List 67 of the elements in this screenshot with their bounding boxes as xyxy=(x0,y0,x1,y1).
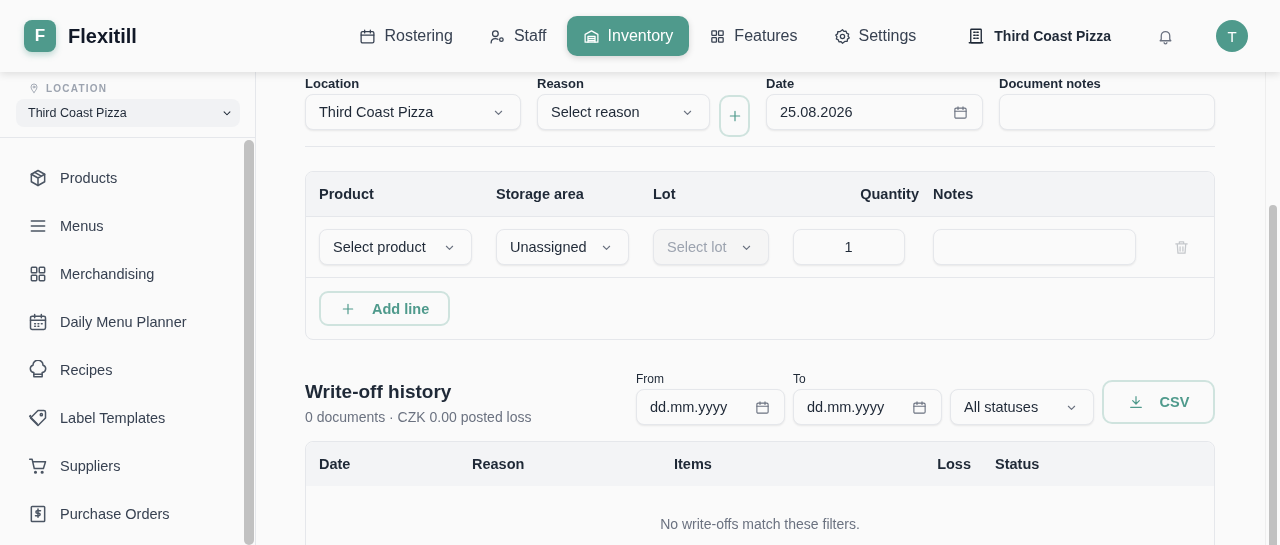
download-icon xyxy=(1127,394,1144,410)
column-header: Date xyxy=(319,456,352,472)
location-dropdown[interactable]: Third Coast Pizza xyxy=(16,99,240,127)
column-header: Items xyxy=(674,456,713,472)
user-gear-icon xyxy=(488,27,506,45)
calendar-icon xyxy=(28,312,48,332)
grid-icon xyxy=(709,27,727,45)
settings-icon xyxy=(833,27,851,45)
to-date-field[interactable]: dd.mm.yyyy xyxy=(793,389,942,425)
field-label: Date xyxy=(766,76,796,91)
location-dropdown[interactable]: Third Coast Pizza xyxy=(305,94,521,130)
sidebar-item[interactable]: Menus xyxy=(0,202,244,250)
calendar-icon xyxy=(755,399,770,415)
quantity-field[interactable]: 1 xyxy=(793,229,905,265)
column-header: Product xyxy=(319,186,375,202)
building-icon xyxy=(967,27,986,45)
cart-icon xyxy=(28,456,48,476)
sidebar-item[interactable]: Label Templates xyxy=(0,394,244,442)
sidebar-item[interactable]: Recipes xyxy=(0,346,244,394)
field-label: To xyxy=(793,372,807,386)
column-header: Storage area xyxy=(496,186,585,202)
section-title: Write-off history xyxy=(305,381,453,403)
scrollbar-thumb[interactable] xyxy=(1269,205,1277,545)
sidebar-item[interactable]: Suppliers xyxy=(0,442,244,490)
column-header: Lot xyxy=(653,186,677,202)
empty-message: No write-offs match these filters. xyxy=(659,516,861,532)
field-label: Reason xyxy=(537,76,585,91)
field-label: From xyxy=(636,372,665,386)
chef-hat-icon xyxy=(28,360,48,380)
status-filter-dropdown[interactable]: All statuses xyxy=(950,389,1094,425)
tag-icon xyxy=(28,408,48,428)
package-icon xyxy=(28,168,48,188)
calendar-icon xyxy=(953,104,968,120)
app-logo: F xyxy=(24,20,56,52)
scrollbar-thumb[interactable] xyxy=(244,140,254,545)
date-field[interactable]: 25.08.2026 xyxy=(766,94,983,130)
app-name: Flexitill xyxy=(68,24,137,48)
sidebar-item[interactable]: Daily Menu Planner xyxy=(0,298,244,346)
column-header: Loss xyxy=(936,456,971,472)
sidebar-item[interactable]: Purchase Orders xyxy=(0,490,244,538)
nav-tab[interactable]: Rostering xyxy=(343,16,469,56)
receipt-icon xyxy=(28,504,48,524)
sidebar-item[interactable]: Products xyxy=(0,154,244,202)
trash-icon xyxy=(1172,238,1190,256)
field-label: Document notes xyxy=(999,76,1102,91)
from-date-field[interactable]: dd.mm.yyyy xyxy=(636,389,785,425)
location-pin-icon xyxy=(28,82,40,94)
nav-tab[interactable]: Staff xyxy=(472,16,563,56)
field-label: Location xyxy=(305,76,361,91)
calendar-icon xyxy=(359,27,377,45)
product-dropdown[interactable]: Select product xyxy=(319,229,472,265)
column-header: Status xyxy=(994,456,1041,472)
location-chip[interactable]: Third Coast Pizza xyxy=(967,27,1111,45)
column-header: Reason xyxy=(472,456,526,472)
nav-tab[interactable]: Features xyxy=(693,16,814,56)
warehouse-icon xyxy=(582,27,600,45)
history-summary: 0 documents · CZK 0.00 posted loss xyxy=(305,409,532,425)
nav-tab[interactable]: Settings xyxy=(817,16,933,56)
column-header: Notes xyxy=(933,186,975,202)
sidebar-item[interactable]: Merchandising xyxy=(0,250,244,298)
reason-dropdown[interactable]: Select reason xyxy=(537,94,710,130)
add-reason-button[interactable] xyxy=(719,95,750,137)
location-label: LOCATION xyxy=(46,82,108,94)
storage-area-dropdown[interactable]: Unassigned xyxy=(496,229,629,265)
column-header: Quantity xyxy=(859,186,919,202)
grid-icon xyxy=(28,264,48,284)
calendar-icon xyxy=(912,399,927,415)
